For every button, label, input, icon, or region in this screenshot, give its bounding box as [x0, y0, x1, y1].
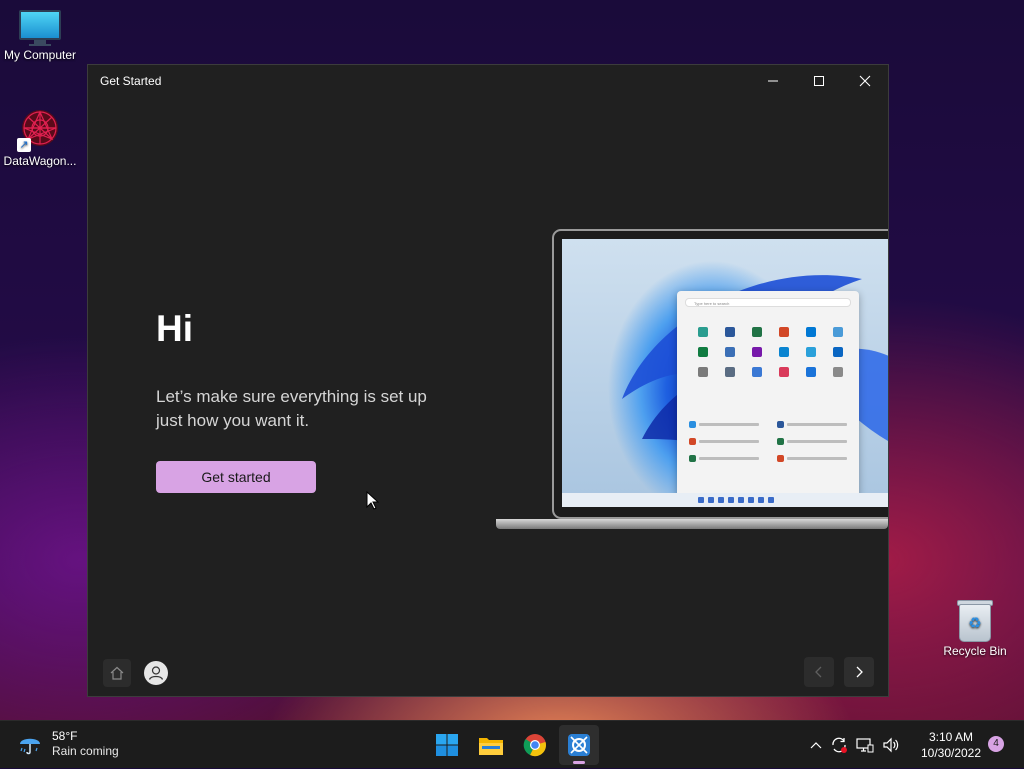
desktop-icon-label: DataWagon... — [3, 154, 77, 168]
sync-icon — [832, 737, 847, 753]
network-icon — [856, 738, 874, 753]
mouse-cursor-icon — [366, 490, 380, 516]
clock-time: 3:10 AM — [928, 730, 974, 744]
system-tray — [806, 721, 904, 769]
title-bar[interactable]: Get Started — [88, 65, 888, 97]
previous-button[interactable] — [804, 657, 834, 687]
chevron-up-icon — [810, 742, 822, 749]
datawagon-app-icon: ↗ — [17, 106, 63, 152]
clock-date: 10/30/2022 — [920, 746, 982, 760]
home-icon — [110, 666, 124, 680]
desktop-icon-recycle-bin[interactable]: ♻ Recycle Bin — [935, 598, 1015, 658]
start-menu-preview: Type here to search — [677, 291, 859, 498]
close-icon — [859, 75, 871, 87]
close-button[interactable] — [842, 65, 888, 97]
network-button[interactable] — [852, 737, 878, 753]
desktop-icon-label: My Computer — [3, 48, 77, 62]
folder-icon — [479, 738, 503, 755]
page-heading: Hi — [156, 308, 193, 349]
start-menu-search: Type here to search — [685, 298, 851, 307]
chevron-right-icon — [856, 666, 863, 678]
weather-widget[interactable]: 58°F Rain coming — [16, 729, 119, 759]
speaker-icon — [883, 737, 899, 753]
get-started-taskbar-button[interactable] — [559, 725, 599, 765]
maximize-button[interactable] — [796, 65, 842, 97]
weather-temperature: 58°F — [52, 729, 78, 743]
windows-logo-icon — [436, 734, 458, 756]
desktop-icon-my-computer[interactable]: My Computer — [0, 10, 80, 62]
monitor-icon — [19, 10, 61, 46]
start-button[interactable] — [427, 725, 467, 765]
chrome-icon — [523, 734, 546, 757]
clock[interactable]: 3:10 AM 10/30/2022 — [908, 729, 994, 761]
get-started-button[interactable]: Get started — [156, 461, 316, 493]
volume-button[interactable] — [878, 737, 904, 753]
recycle-bin-icon: ♻ — [955, 598, 995, 642]
file-explorer-button[interactable] — [471, 725, 511, 765]
notification-badge[interactable]: 4 — [988, 736, 1004, 752]
sync-status-button[interactable] — [826, 736, 852, 754]
chevron-left-icon — [815, 666, 822, 678]
desktop-icon-datawagon[interactable]: ↗ DataWagon... — [0, 106, 80, 168]
next-button[interactable] — [844, 657, 874, 687]
get-started-window: Get Started Hi Let’s make sure everythin… — [87, 64, 889, 697]
show-hidden-icons-button[interactable] — [806, 741, 826, 749]
minimize-button[interactable] — [750, 65, 796, 97]
window-title: Get Started — [100, 74, 162, 88]
minimize-icon — [768, 80, 778, 82]
maximize-icon — [814, 76, 824, 86]
desktop-icon-label: Recycle Bin — [943, 644, 1007, 658]
person-icon — [144, 661, 168, 685]
taskbar: 58°F Rain coming 3:10 AM 10/30/2022 — [0, 720, 1024, 768]
get-started-app-icon — [568, 734, 590, 756]
chrome-button[interactable] — [515, 725, 555, 765]
home-button[interactable] — [103, 659, 131, 687]
page-description: Let’s make sure everything is set up jus… — [156, 387, 427, 430]
laptop-illustration: Type here to search — [496, 229, 888, 529]
account-button[interactable] — [142, 659, 170, 687]
umbrella-rain-icon — [20, 738, 40, 755]
shortcut-arrow-icon: ↗ — [17, 138, 31, 152]
weather-description: Rain coming — [52, 744, 119, 758]
